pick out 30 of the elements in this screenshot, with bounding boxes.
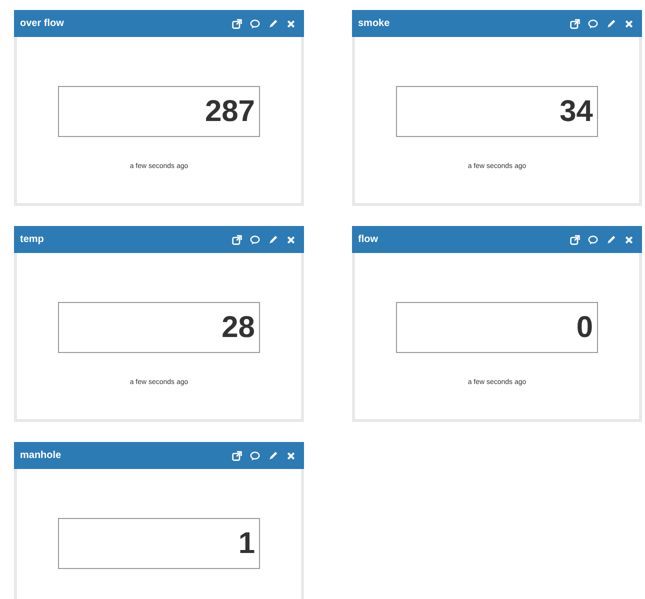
pencil-icon[interactable] <box>606 18 616 28</box>
close-icon[interactable] <box>286 450 296 460</box>
widget-title: flow <box>358 234 378 245</box>
widget-title: smoke <box>358 18 390 29</box>
external-link-icon[interactable] <box>570 234 580 244</box>
comment-icon[interactable] <box>250 450 260 460</box>
value-display: 1 <box>58 518 260 569</box>
close-icon[interactable] <box>286 234 296 244</box>
value-display: 34 <box>396 86 598 137</box>
close-icon[interactable] <box>624 18 634 28</box>
pencil-icon[interactable] <box>268 18 278 28</box>
value-display: 0 <box>396 302 598 353</box>
value-display: 28 <box>58 302 260 353</box>
widget-title: temp <box>20 234 44 245</box>
external-link-icon[interactable] <box>232 18 242 28</box>
widget-title: over flow <box>20 18 64 29</box>
pencil-icon[interactable] <box>268 450 278 460</box>
pencil-icon[interactable] <box>606 234 616 244</box>
close-icon[interactable] <box>286 18 296 28</box>
widget-title: manhole <box>20 450 62 461</box>
comment-icon[interactable] <box>588 18 598 28</box>
external-link-icon[interactable] <box>232 234 242 244</box>
comment-icon[interactable] <box>250 18 260 28</box>
comment-icon[interactable] <box>588 234 598 244</box>
close-icon[interactable] <box>624 234 634 244</box>
external-link-icon[interactable] <box>570 18 580 28</box>
comment-icon[interactable] <box>250 234 260 244</box>
external-link-icon[interactable] <box>232 450 242 460</box>
value-display: 287 <box>58 86 260 137</box>
pencil-icon[interactable] <box>268 234 278 244</box>
